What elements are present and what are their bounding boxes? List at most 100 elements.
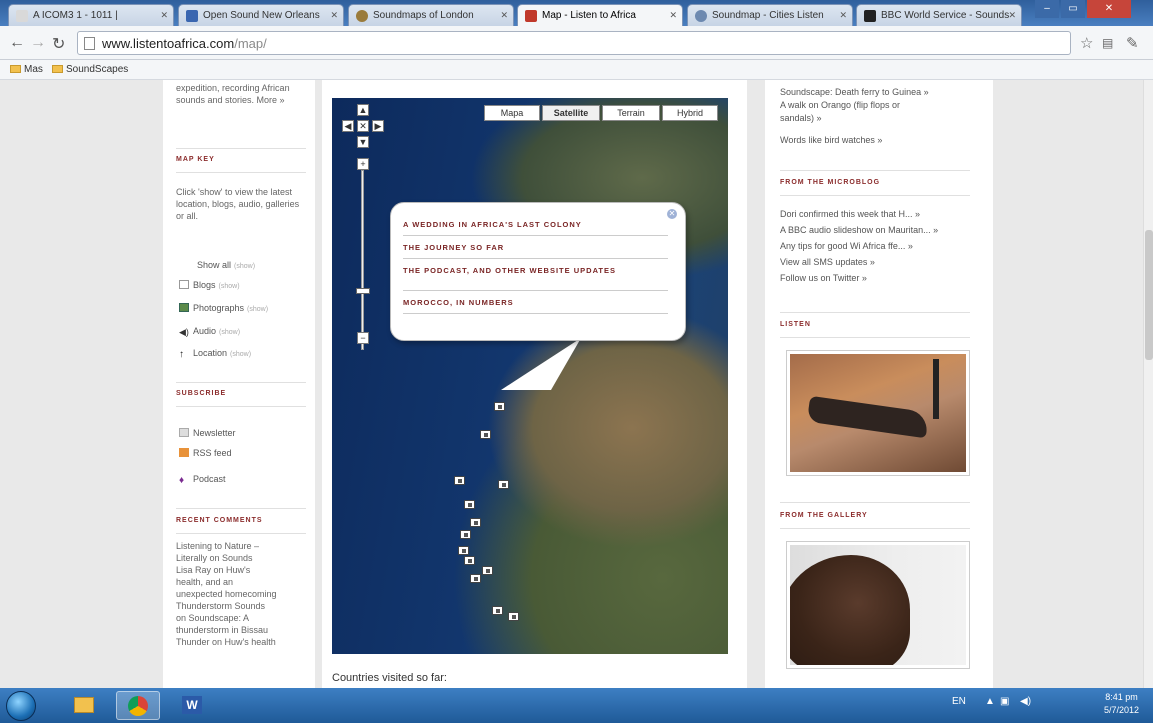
- divider: [780, 170, 970, 171]
- map-marker[interactable]: [492, 606, 503, 615]
- map-marker[interactable]: [508, 612, 519, 621]
- map-key-heading: MAP KEY: [176, 156, 215, 163]
- forward-arrow-icon[interactable]: →: [30, 34, 46, 52]
- close-window-button[interactable]: ✕: [1087, 0, 1131, 18]
- page-icon: [84, 37, 95, 50]
- microblog-link[interactable]: Follow us on Twitter »: [780, 272, 980, 285]
- browser-tab[interactable]: A ICOM3 1 - 1011 | ✕: [8, 4, 174, 26]
- browser-toolbar: ← → ↻ www.listentoafrica.com/map/ ☆ ▤ ✎: [0, 26, 1153, 60]
- map-type-button[interactable]: Mapa: [484, 105, 540, 121]
- pan-center-icon[interactable]: ✕: [357, 120, 369, 132]
- microblog-link[interactable]: Dori confirmed this week that H... »: [780, 208, 980, 221]
- show-all-toggle[interactable]: (show): [234, 263, 255, 270]
- map-marker[interactable]: [470, 518, 481, 527]
- divider: [780, 312, 970, 313]
- divider: [403, 235, 668, 236]
- language-indicator[interactable]: EN: [952, 696, 966, 707]
- microblog-link[interactable]: Any tips for good Wi Africa ffe... »: [780, 240, 980, 253]
- recent-comments-text[interactable]: Listening to Nature – Literally on Sound…: [176, 540, 306, 648]
- taskbar-word[interactable]: W: [170, 691, 214, 720]
- pan-down-icon[interactable]: ▼: [357, 136, 369, 148]
- map-marker[interactable]: [498, 480, 509, 489]
- browser-tab-active[interactable]: Map - Listen to Africa ✕: [517, 4, 683, 27]
- tray-arrow-icon[interactable]: ▲: [985, 696, 995, 707]
- close-tab-icon[interactable]: ✕: [669, 10, 677, 21]
- popup-link[interactable]: A WEDDING IN AFRICA'S LAST COLONY: [403, 220, 663, 229]
- photographs-toggle[interactable]: (show): [247, 306, 268, 313]
- bookmark-folder[interactable]: Mas: [10, 64, 43, 75]
- taskbar-explorer[interactable]: [62, 691, 106, 720]
- microblog-link[interactable]: A BBC audio slideshow on Mauritan... »: [780, 224, 980, 237]
- page-menu-icon[interactable]: ▤: [1102, 36, 1113, 50]
- microblog-link[interactable]: View all SMS updates »: [780, 256, 980, 269]
- location-toggle[interactable]: (show): [230, 351, 251, 358]
- sidebar-link[interactable]: Words like bird watches »: [780, 134, 980, 147]
- pan-up-icon[interactable]: ▲: [357, 104, 369, 116]
- page-scrollbar[interactable]: [1143, 80, 1153, 688]
- map-marker[interactable]: [454, 476, 465, 485]
- map-popup: ✕ A WEDDING IN AFRICA'S LAST COLONY THE …: [390, 202, 686, 341]
- map-marker[interactable]: [482, 566, 493, 575]
- reload-icon[interactable]: ↻: [52, 34, 65, 54]
- sidebar-link[interactable]: A walk on Orango (flip flops or sandals)…: [780, 99, 930, 125]
- sidebar-link[interactable]: Soundscape: Death ferry to Guinea »: [780, 86, 980, 99]
- zoom-out-icon[interactable]: −: [357, 332, 369, 344]
- popup-link[interactable]: THE JOURNEY SO FAR: [403, 243, 663, 252]
- satellite-map[interactable]: Mapa Satellite Terrain Hybrid ▲ ◀ ✕ ▶ ▼ …: [332, 98, 728, 654]
- subscribe-podcast[interactable]: ♦ Podcast: [179, 474, 226, 486]
- zoom-in-icon[interactable]: +: [357, 158, 369, 170]
- bookmark-star-icon[interactable]: ☆: [1080, 34, 1093, 52]
- map-marker[interactable]: [458, 546, 469, 555]
- map-type-button-selected[interactable]: Satellite: [542, 105, 600, 121]
- divider: [176, 148, 306, 149]
- address-bar[interactable]: www.listentoafrica.com/map/: [77, 31, 1071, 55]
- back-arrow-icon[interactable]: ←: [9, 34, 25, 52]
- browser-tab[interactable]: BBC World Service - Sounds ✕: [856, 4, 1022, 26]
- close-tab-icon[interactable]: ✕: [839, 10, 847, 21]
- map-marker[interactable]: [470, 574, 481, 583]
- browser-tab[interactable]: Soundmap - Cities Listen ✕: [687, 4, 853, 26]
- taskbar-chrome[interactable]: [116, 691, 160, 720]
- browser-tab[interactable]: Soundmaps of London ✕: [348, 4, 514, 26]
- popup-link[interactable]: MOROCCO, IN NUMBERS: [403, 298, 663, 307]
- map-marker[interactable]: [464, 556, 475, 565]
- close-tab-icon[interactable]: ✕: [330, 10, 338, 21]
- windows-taskbar: W EN ▲ ▣ ◀) 8:41 pm 5/7/2012: [0, 688, 1153, 723]
- audio-toggle[interactable]: (show): [219, 329, 240, 336]
- zoom-slider-handle[interactable]: [356, 288, 370, 295]
- pan-right-icon[interactable]: ▶: [372, 120, 384, 132]
- wrench-icon[interactable]: ✎: [1126, 34, 1139, 52]
- zoom-slider-track[interactable]: [361, 170, 364, 350]
- close-tab-icon[interactable]: ✕: [160, 10, 168, 21]
- map-type-button[interactable]: Terrain: [602, 105, 660, 121]
- system-clock[interactable]: 8:41 pm 5/7/2012: [1104, 691, 1139, 717]
- gallery-thumbnail[interactable]: [786, 541, 970, 669]
- map-key-item-audio: ◀) Audio (show): [179, 326, 241, 337]
- scrollbar-thumb[interactable]: [1145, 230, 1153, 360]
- blogs-toggle[interactable]: (show): [219, 283, 240, 290]
- network-icon[interactable]: ▣: [1000, 696, 1009, 707]
- listen-thumbnail[interactable]: [786, 350, 970, 476]
- location-pin-icon: ↑: [179, 349, 184, 360]
- tab-favicon-icon: [356, 10, 368, 22]
- map-marker[interactable]: [460, 530, 471, 539]
- map-key-item-photographs: Photographs (show): [179, 303, 268, 313]
- map-marker[interactable]: [480, 430, 491, 439]
- popup-link[interactable]: THE PODCAST, AND OTHER WEBSITE UPDATES: [403, 266, 663, 275]
- close-popup-icon[interactable]: ✕: [667, 209, 677, 219]
- pan-left-icon[interactable]: ◀: [342, 120, 354, 132]
- subscribe-newsletter[interactable]: Newsletter: [179, 428, 236, 438]
- subscribe-rss[interactable]: RSS feed: [179, 448, 232, 458]
- close-tab-icon[interactable]: ✕: [1008, 10, 1016, 21]
- browser-tab[interactable]: Open Sound New Orleans ✕: [178, 4, 344, 26]
- map-type-button[interactable]: Hybrid: [662, 105, 718, 121]
- photo-icon: [179, 303, 189, 312]
- restore-window-button[interactable]: ▭: [1061, 0, 1085, 18]
- bookmark-folder[interactable]: SoundScapes: [52, 64, 128, 75]
- close-tab-icon[interactable]: ✕: [500, 10, 508, 21]
- minimize-window-button[interactable]: –: [1035, 0, 1059, 18]
- volume-icon[interactable]: ◀): [1020, 696, 1031, 707]
- start-button[interactable]: [6, 691, 36, 721]
- map-marker[interactable]: [464, 500, 475, 509]
- map-marker[interactable]: [494, 402, 505, 411]
